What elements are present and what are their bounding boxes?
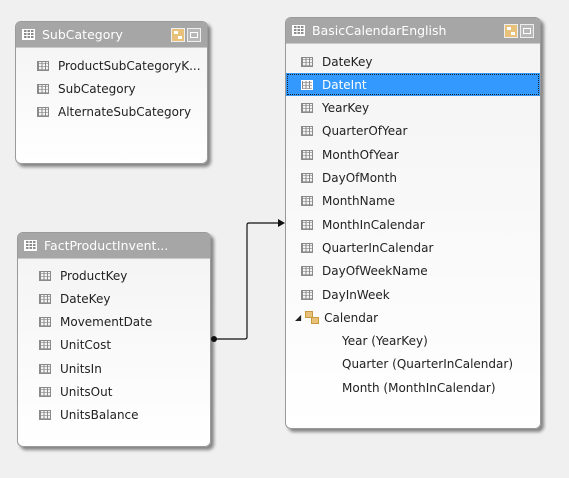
- relationship-arrow: [278, 219, 285, 227]
- relationship-path[interactable]: [214, 222, 278, 340]
- relationship-line[interactable]: [0, 0, 569, 478]
